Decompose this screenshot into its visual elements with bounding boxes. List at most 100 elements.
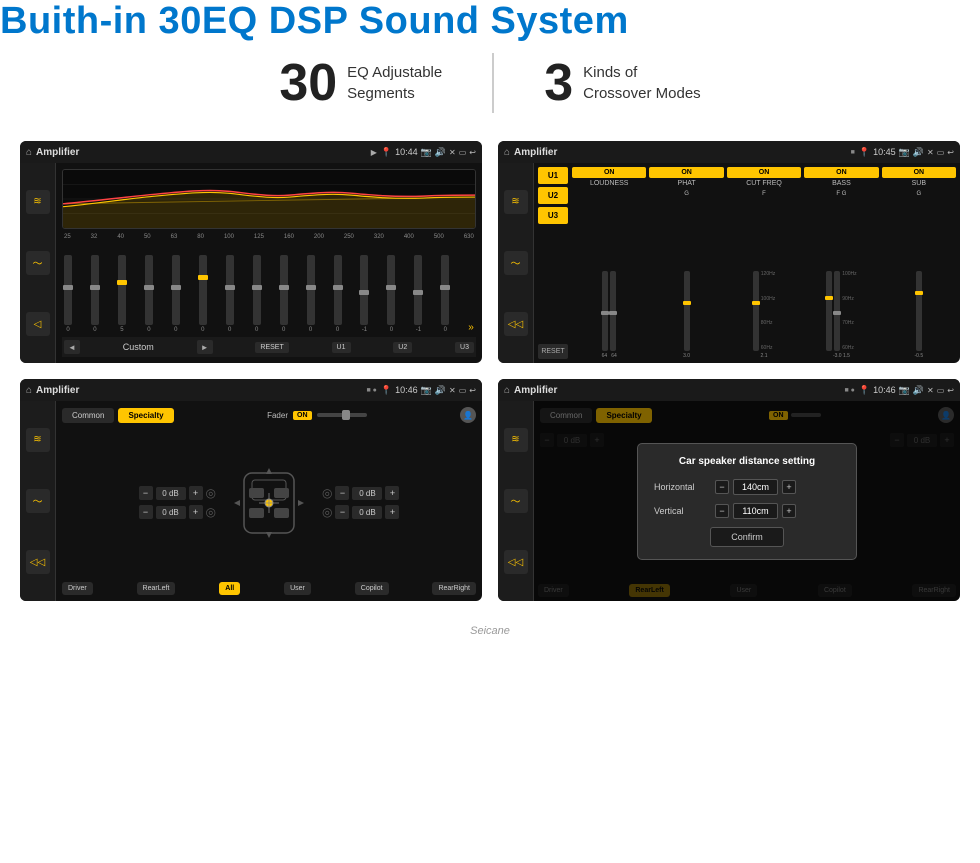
fader-label: Fader <box>267 411 288 420</box>
rearleft-btn[interactable]: RearLeft <box>137 582 176 595</box>
home-icon3[interactable]: ⌂ <box>26 385 32 396</box>
volume-icon4b[interactable]: ◁◁ <box>504 550 528 574</box>
waveform-icon2[interactable]: 〜 <box>504 251 528 275</box>
confirm-button[interactable]: Confirm <box>710 527 784 547</box>
volume-icon4[interactable]: 🔊 <box>913 385 924 396</box>
next-btn[interactable]: ► <box>197 340 213 354</box>
window-icon3[interactable]: ▭ <box>459 386 467 395</box>
horizontal-label: Horizontal <box>654 482 709 492</box>
bass-on-btn[interactable]: ON <box>804 167 878 178</box>
vertical-label: Vertical <box>654 506 709 516</box>
location-icon3: 📍 <box>381 385 392 396</box>
cross-u1-btn[interactable]: U1 <box>538 167 568 184</box>
distance-dialog: Car speaker distance setting Horizontal … <box>637 443 857 560</box>
vertical-plus[interactable]: + <box>782 504 796 518</box>
db-val-rl: 0 dB <box>156 506 186 519</box>
eq-slider-1: 0 <box>64 255 72 333</box>
eq-slider-10: 0 <box>307 255 315 333</box>
horizontal-minus[interactable]: − <box>715 480 729 494</box>
camera-icon1[interactable]: 📷 <box>421 147 432 158</box>
dialog-title: Car speaker distance setting <box>654 456 840 467</box>
eq-slider-3: 5 <box>118 255 126 333</box>
eq-icon3[interactable]: ≋ <box>26 428 50 452</box>
tab-specialty[interactable]: Specialty <box>118 408 173 423</box>
db-minus-rr[interactable]: − <box>335 505 349 519</box>
db-minus-fl[interactable]: − <box>139 486 153 500</box>
eq-slider-8: 0 <box>253 255 261 333</box>
camera-icon4[interactable]: 📷 <box>899 385 910 396</box>
copilot-btn[interactable]: Copilot <box>355 582 389 595</box>
dialog-overlay: Car speaker distance setting Horizontal … <box>534 401 960 601</box>
cutfreq-on-btn[interactable]: ON <box>727 167 801 178</box>
reset-btn[interactable]: RESET <box>255 342 288 353</box>
db-plus-fr[interactable]: + <box>385 486 399 500</box>
close-icon4[interactable]: ✕ <box>927 386 934 395</box>
close-icon2[interactable]: ✕ <box>927 148 934 157</box>
volume-icon2[interactable]: 🔊 <box>913 147 924 158</box>
volume-down-icon[interactable]: ◁ <box>26 312 50 336</box>
eq-icon2[interactable]: ≋ <box>504 190 528 214</box>
tab-common[interactable]: Common <box>62 408 114 423</box>
db-plus-rl[interactable]: + <box>189 505 203 519</box>
user-btn[interactable]: User <box>284 582 311 595</box>
fader-on-btn[interactable]: ON <box>293 411 312 420</box>
close-icon3[interactable]: ✕ <box>449 386 456 395</box>
home-icon[interactable]: ⌂ <box>26 147 32 158</box>
stat-crossover-number: 3 <box>544 53 573 113</box>
db-minus-fr[interactable]: − <box>335 486 349 500</box>
home-icon2[interactable]: ⌂ <box>504 147 510 158</box>
db-plus-fl[interactable]: + <box>189 486 203 500</box>
u1-btn[interactable]: U1 <box>332 342 351 353</box>
more-icon[interactable]: » <box>468 322 474 333</box>
u2-btn[interactable]: U2 <box>393 342 412 353</box>
speaker-rr-icon: ◎ <box>322 505 332 519</box>
driver-btn[interactable]: Driver <box>62 582 93 595</box>
speaker-icon2[interactable]: ◁◁ <box>504 312 528 336</box>
phat-on-btn[interactable]: ON <box>649 167 723 178</box>
cross-u2-btn[interactable]: U2 <box>538 187 568 204</box>
eq-icon[interactable]: ≋ <box>26 190 50 214</box>
waveform-icon3[interactable]: 〜 <box>26 489 50 513</box>
stat-crossover-desc: Kinds ofCrossover Modes <box>583 62 701 104</box>
sub-label: SUB <box>912 180 926 187</box>
back-icon4[interactable]: ↩ <box>947 386 954 395</box>
close-icon1[interactable]: ✕ <box>449 148 456 157</box>
eq-slider-4: 0 <box>145 255 153 333</box>
window-icon2[interactable]: ▭ <box>937 148 945 157</box>
rec-dot2: ■ <box>851 149 855 156</box>
sub-on-btn[interactable]: ON <box>882 167 956 178</box>
rearright-btn[interactable]: RearRight <box>432 582 476 595</box>
waveform-icon4[interactable]: 〜 <box>504 489 528 513</box>
camera-icon2[interactable]: 📷 <box>899 147 910 158</box>
camera-icon3[interactable]: 📷 <box>421 385 432 396</box>
channel-bass: ON BASS F G 100Hz 90Hz 70Hz 60Hz <box>804 167 878 359</box>
prev-btn[interactable]: ◄ <box>64 340 80 354</box>
volume-icon3b[interactable]: ◁◁ <box>26 550 50 574</box>
stats-row: 30 EQ AdjustableSegments 3 Kinds ofCross… <box>0 43 980 131</box>
eq-icon4[interactable]: ≋ <box>504 428 528 452</box>
cross-u3-btn[interactable]: U3 <box>538 207 568 224</box>
stat-eq: 30 EQ AdjustableSegments <box>229 53 492 113</box>
all-btn[interactable]: All <box>219 582 240 595</box>
cross-reset-btn[interactable]: RESET <box>538 344 568 359</box>
db-minus-rl[interactable]: − <box>139 505 153 519</box>
watermark: Seicane <box>0 621 980 645</box>
waveform-icon[interactable]: 〜 <box>26 251 50 275</box>
channel-phat: ON PHAT G 3.0 <box>649 167 723 359</box>
db-plus-rr[interactable]: + <box>385 505 399 519</box>
volume-icon3[interactable]: 🔊 <box>435 385 446 396</box>
back-icon2[interactable]: ↩ <box>947 148 954 157</box>
window-icon1[interactable]: ▭ <box>459 148 467 157</box>
loudness-on-btn[interactable]: ON <box>572 167 646 178</box>
u3-btn[interactable]: U3 <box>455 342 474 353</box>
window-icon4[interactable]: ▭ <box>937 386 945 395</box>
back-icon1[interactable]: ↩ <box>469 148 476 157</box>
back-icon3[interactable]: ↩ <box>469 386 476 395</box>
vertical-minus[interactable]: − <box>715 504 729 518</box>
speaker-rl-icon: ◎ <box>206 505 216 519</box>
volume-icon1[interactable]: 🔊 <box>435 147 446 158</box>
horizontal-plus[interactable]: + <box>782 480 796 494</box>
horizontal-value: 140cm <box>733 479 778 495</box>
fader-slider[interactable] <box>317 413 367 417</box>
home-icon4[interactable]: ⌂ <box>504 385 510 396</box>
